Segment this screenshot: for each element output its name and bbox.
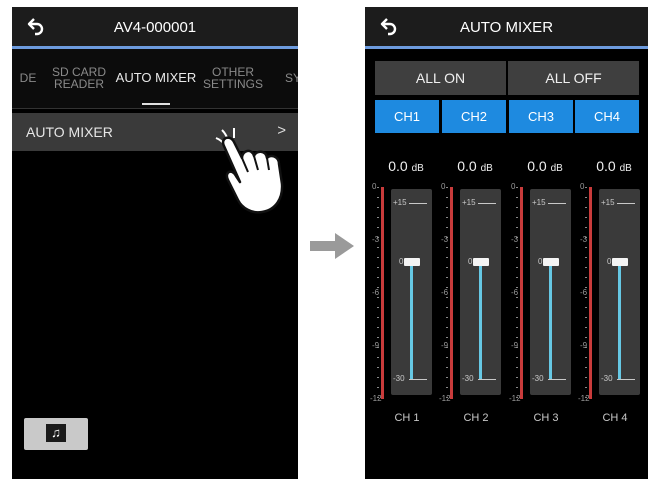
- tab-other-settings[interactable]: OTHER SETTINGS: [203, 49, 263, 107]
- ch2-button[interactable]: CH2: [442, 100, 506, 133]
- db-readout: 0.0 dB: [584, 158, 644, 174]
- level-meter: [450, 187, 453, 399]
- meter-scale-label: 0: [441, 182, 446, 191]
- fader-scale-line: [548, 379, 566, 380]
- fader-level-fill: [479, 261, 482, 379]
- music-button[interactable]: ♫: [24, 418, 88, 450]
- arrow-right-icon: [310, 231, 355, 261]
- left-screen: AV4-000001 DE SD CARD READER AUTO MIXER …: [12, 7, 298, 479]
- meter-scale-label: -12: [578, 394, 590, 403]
- meter-scale-label: -3: [511, 235, 519, 244]
- db-unit: dB: [480, 163, 493, 174]
- channel-label: CH 1: [394, 412, 420, 424]
- db-unit: dB: [411, 163, 424, 174]
- fader-scale-label: +15: [532, 198, 546, 207]
- meter-scale-label: -6: [511, 288, 519, 297]
- db-value: 0.0: [457, 158, 477, 174]
- fader-scale-line: [409, 379, 427, 380]
- meter-scale-label: -3: [580, 235, 588, 244]
- tab-auto-mixer-label: AUTO MIXER: [115, 70, 197, 85]
- meter-scale-label: -9: [372, 341, 380, 350]
- tab-mode[interactable]: DE: [12, 49, 46, 107]
- fader-scale-line: [478, 379, 496, 380]
- db-value: 0.0: [527, 158, 547, 174]
- fader-knob[interactable]: [543, 257, 559, 266]
- left-title-bar: AV4-000001: [12, 7, 298, 49]
- meter-scale-label: -6: [441, 288, 449, 297]
- meter-scale-label: -9: [580, 341, 588, 350]
- meter-scale-label: -6: [372, 288, 380, 297]
- meter-scale-label: 0: [580, 182, 585, 191]
- active-tab-indicator: [142, 103, 170, 105]
- right-title-bar: AUTO MIXER: [365, 7, 648, 49]
- tap-hand-icon: [212, 124, 294, 216]
- meter-scale-label: -9: [511, 341, 519, 350]
- fader-scale-label: 0: [399, 256, 404, 266]
- fader-level-fill: [618, 261, 621, 379]
- fader-level-fill: [410, 261, 413, 379]
- meter-scale-label: -3: [441, 235, 449, 244]
- fader-scale-label: -30: [532, 374, 544, 383]
- fader-scale-label: +15: [601, 198, 615, 207]
- tab-sd-card-reader[interactable]: SD CARD READER: [50, 49, 108, 107]
- fader-scale-line: [409, 203, 427, 204]
- fader-scale-line: [617, 203, 635, 204]
- meter-scale-label: -9: [441, 341, 449, 350]
- fader-knob[interactable]: [473, 257, 489, 266]
- fader-scale-label: -30: [601, 374, 613, 383]
- meter-scale-label: -12: [509, 394, 521, 403]
- tab-system[interactable]: SY: [278, 49, 298, 107]
- ch4-button[interactable]: CH4: [575, 100, 639, 133]
- auto-mixer-menu-label: AUTO MIXER: [26, 124, 113, 140]
- ch1-button[interactable]: CH1: [375, 100, 439, 133]
- fader-scale-label: 0: [468, 256, 473, 266]
- music-note-icon: ♫: [46, 424, 66, 442]
- db-unit: dB: [619, 163, 632, 174]
- fader-scale-line: [617, 379, 635, 380]
- fader-scale-label: -30: [393, 374, 405, 383]
- level-meter: [381, 187, 384, 399]
- all-off-button[interactable]: ALL OFF: [508, 61, 639, 95]
- meter-scale-label: -3: [372, 235, 380, 244]
- level-meter: [520, 187, 523, 399]
- level-meter: [589, 187, 592, 399]
- db-value: 0.0: [596, 158, 616, 174]
- tab-bar: DE SD CARD READER AUTO MIXER OTHER SETTI…: [12, 49, 298, 109]
- db-readout: 0.0 dB: [515, 158, 575, 174]
- right-screen: AUTO MIXER ALL ON ALL OFF CH1 CH2 CH3 CH…: [365, 7, 648, 479]
- device-title: AV4-000001: [113, 19, 197, 36]
- fader-scale-line: [548, 203, 566, 204]
- ch3-button[interactable]: CH3: [509, 100, 573, 133]
- meter-scale-label: -12: [370, 394, 382, 403]
- tab-auto-mixer[interactable]: AUTO MIXER: [112, 49, 200, 107]
- fader-level-fill: [549, 261, 552, 379]
- channel-label: CH 2: [463, 412, 489, 424]
- fader-scale-label: 0: [607, 256, 612, 266]
- channel-label: CH 3: [533, 412, 559, 424]
- db-readout: 0.0 dB: [445, 158, 505, 174]
- fader-scale-label: -30: [462, 374, 474, 383]
- db-readout: 0.0 dB: [376, 158, 436, 174]
- db-value: 0.0: [388, 158, 408, 174]
- db-unit: dB: [550, 163, 563, 174]
- channel-label: CH 4: [602, 412, 628, 424]
- fader-knob[interactable]: [404, 257, 420, 266]
- screen-title: AUTO MIXER: [459, 19, 554, 36]
- meter-scale-label: -12: [439, 394, 451, 403]
- fader-knob[interactable]: [612, 257, 628, 266]
- all-on-button[interactable]: ALL ON: [375, 61, 506, 95]
- fader-scale-label: +15: [462, 198, 476, 207]
- meter-scale-label: 0: [372, 182, 377, 191]
- fader-scale-line: [478, 203, 496, 204]
- fader-scale-label: 0: [538, 256, 543, 266]
- meter-scale-label: -6: [580, 288, 588, 297]
- meter-scale-label: 0: [511, 182, 516, 191]
- fader-scale-label: +15: [393, 198, 407, 207]
